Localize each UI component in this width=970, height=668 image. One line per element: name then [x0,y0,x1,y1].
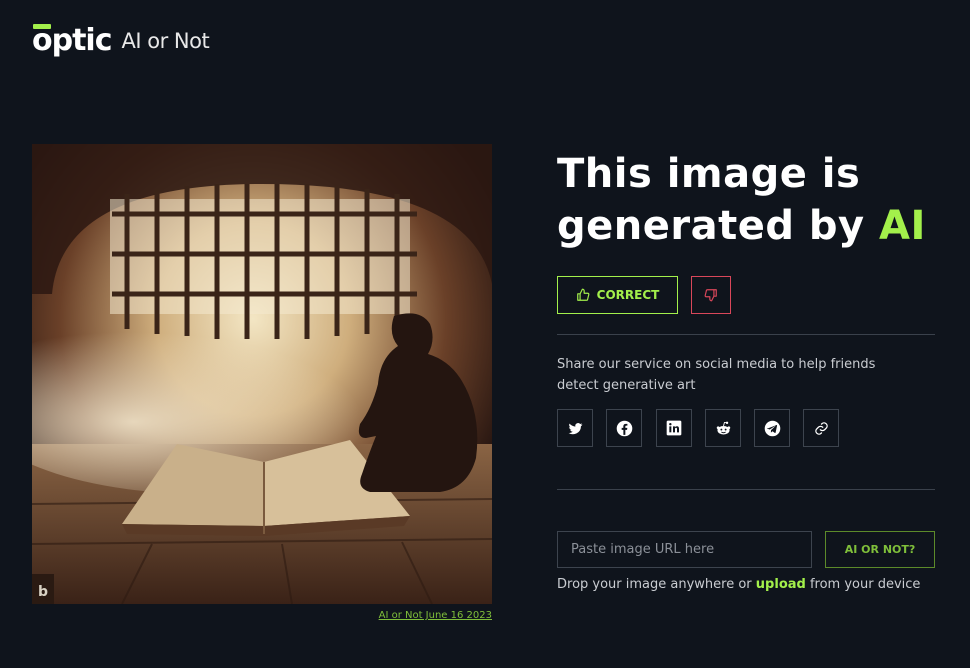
linkedin-icon [666,420,682,436]
twitter-share-button[interactable] [557,409,593,447]
linkedin-share-button[interactable] [656,409,692,447]
thumbs-up-icon [576,288,590,301]
reddit-icon [716,421,730,435]
headline-prefix: This image is generated by [557,151,865,249]
correct-button-label: CORRECT [596,288,660,302]
logo[interactable]: optic AI or Not [32,24,210,56]
section-divider [557,334,935,335]
image-caption-link[interactable]: AI or Not June 16 2023 [32,610,492,621]
result-headline: This image is generated by AI [557,148,957,252]
drop-prefix: Drop your image anywhere or [557,577,752,592]
drop-instructions: Drop your image anywhere or upload from … [557,577,920,592]
logo-wordmark: optic [32,24,112,56]
telegram-share-button[interactable] [754,409,790,447]
facebook-icon [616,420,632,436]
upload-link[interactable]: upload [756,577,806,592]
incorrect-button[interactable] [691,276,731,314]
link-icon [814,421,828,435]
correct-button[interactable]: CORRECT [557,276,678,314]
drop-suffix: from your device [809,577,921,592]
image-watermark: b [38,584,48,600]
headline-highlight: AI [879,203,926,249]
logo-accent-bar [33,24,51,29]
thumbs-down-icon [704,289,717,302]
twitter-icon [568,422,582,434]
share-description: Share our service on social media to hel… [557,357,876,393]
copy-link-button[interactable] [803,409,839,447]
product-name: AI or Not [121,29,210,53]
image-url-input[interactable] [557,531,812,568]
analyzed-image-artwork: b [32,144,492,604]
section-divider [557,489,935,490]
analyzed-image: b [32,144,492,604]
telegram-icon [764,420,780,436]
reddit-share-button[interactable] [705,409,741,447]
facebook-share-button[interactable] [606,409,642,447]
ai-or-not-button[interactable]: AI OR NOT? [825,531,935,568]
